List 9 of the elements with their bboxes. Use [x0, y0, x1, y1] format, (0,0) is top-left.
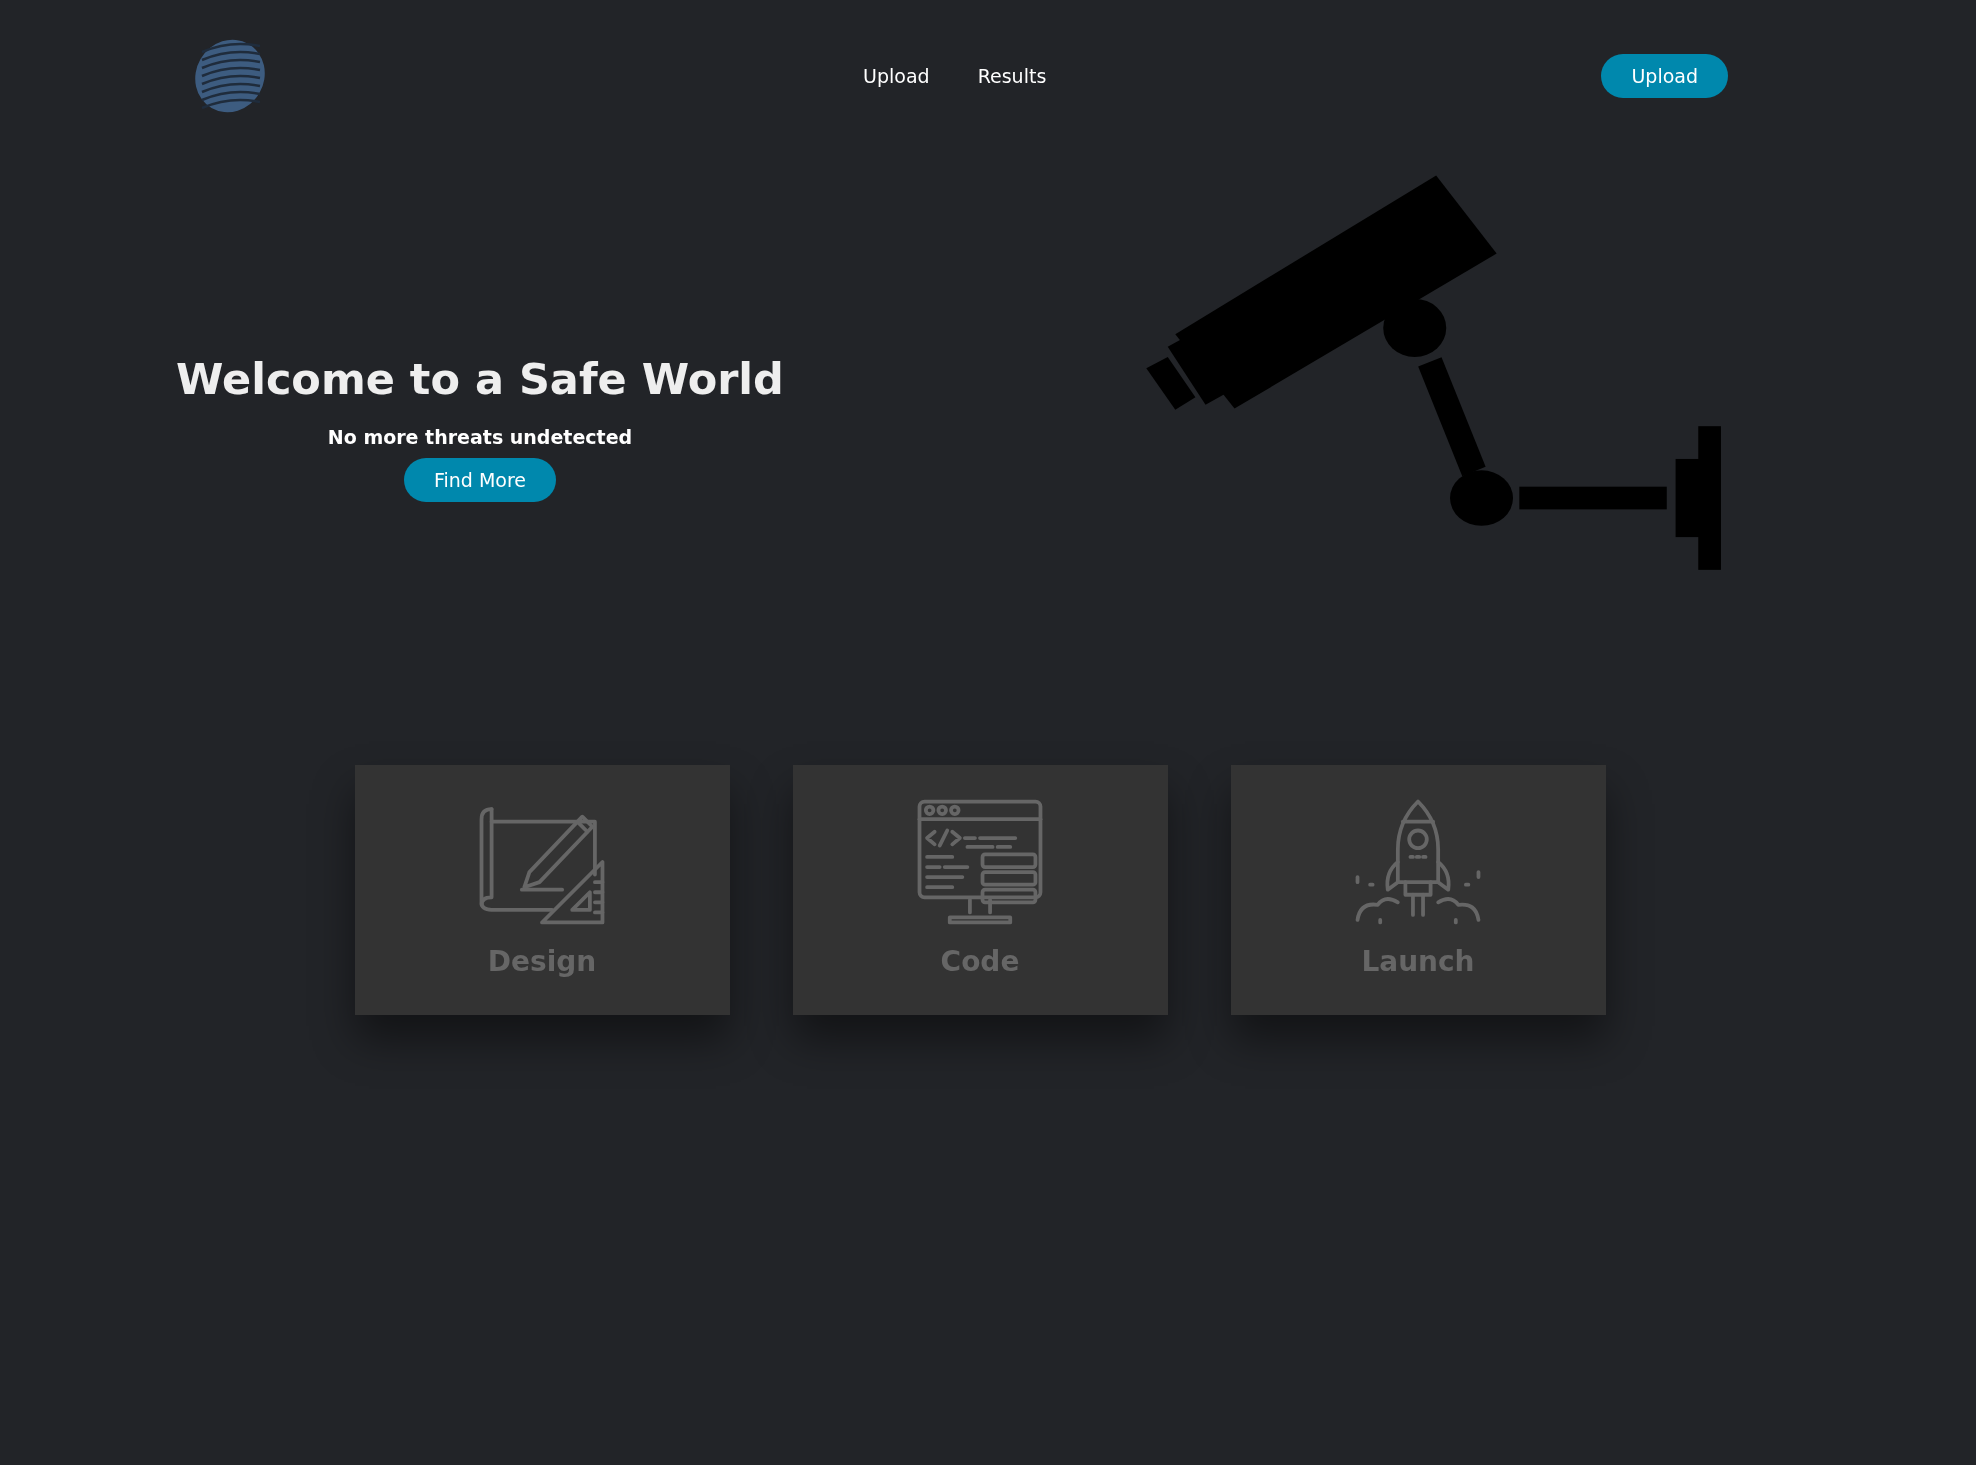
- rocket-icon: [1355, 799, 1481, 925]
- nav-link[interactable]: Results: [977, 65, 1047, 87]
- hero-subtitle: No more threats undetected: [327, 426, 633, 448]
- hero-title: Welcome to a Safe World: [176, 354, 784, 404]
- nav-link[interactable]: Upload: [863, 65, 930, 87]
- fingerprint-logo[interactable]: [192, 38, 268, 114]
- upload-button[interactable]: Upload: [1601, 54, 1728, 98]
- find-more-button[interactable]: Find More: [403, 458, 557, 502]
- code-monitor-icon: [917, 799, 1043, 925]
